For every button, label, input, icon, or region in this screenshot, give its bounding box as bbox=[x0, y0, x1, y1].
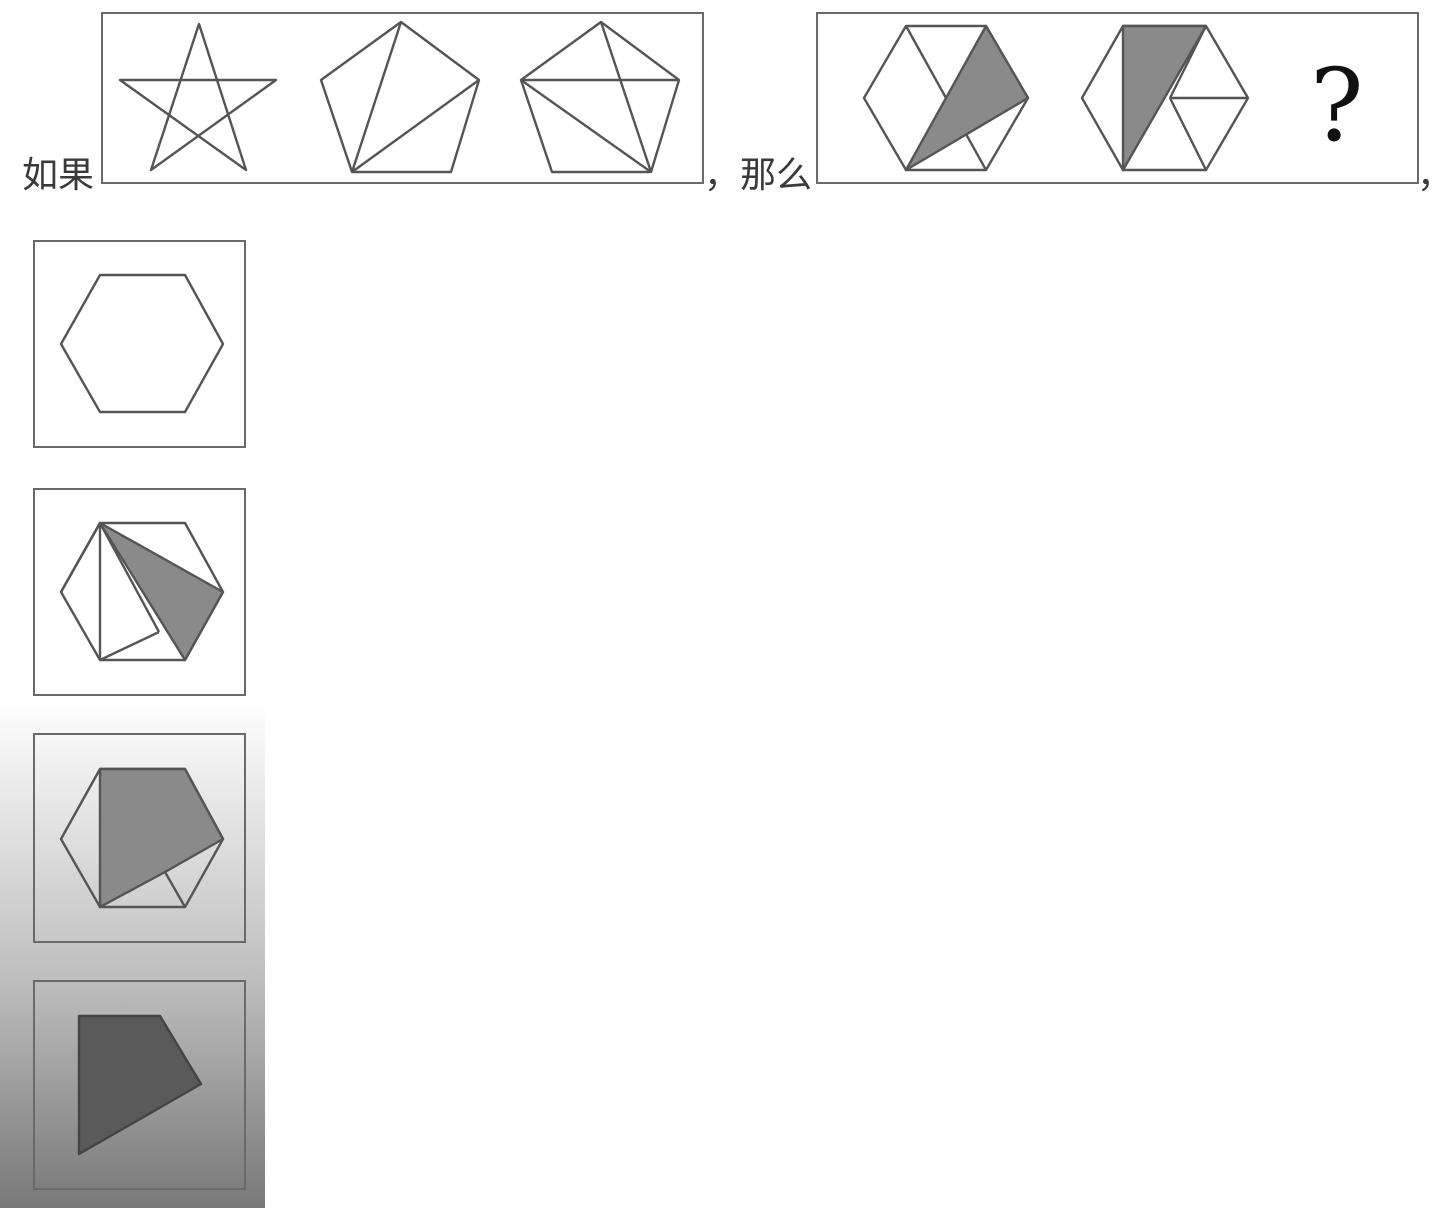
unknown-question-mark: ? bbox=[1310, 47, 1364, 164]
hexagon-shape bbox=[59, 273, 225, 414]
option-b-figure bbox=[59, 521, 225, 662]
option-b[interactable] bbox=[33, 488, 246, 696]
shaded-triangle bbox=[98, 521, 225, 662]
sequence-a-panel bbox=[101, 12, 704, 184]
shaded-quadrilateral bbox=[77, 1014, 203, 1156]
star-figure bbox=[118, 22, 278, 172]
question-suffix: ， bbox=[1417, 158, 1433, 194]
hexagon-figure-1 bbox=[862, 24, 1030, 172]
option-a-figure bbox=[59, 273, 225, 414]
option-c[interactable] bbox=[33, 733, 246, 943]
option-d[interactable] bbox=[33, 980, 246, 1190]
sequence-b-panel: ? bbox=[816, 12, 1419, 184]
shaded-quadrilateral bbox=[98, 767, 225, 909]
hexagon-figure-2 bbox=[1080, 24, 1250, 172]
option-a[interactable] bbox=[33, 240, 246, 448]
sequence-a-figures bbox=[118, 20, 681, 174]
sequence-b-figures: ? bbox=[862, 24, 1364, 172]
pentagon-figure-2 bbox=[519, 20, 681, 174]
option-c-figure bbox=[59, 767, 225, 909]
pentagon-figure-1 bbox=[319, 20, 481, 174]
question-prefix: 如果 bbox=[22, 155, 95, 196]
question-middle: ，那么 bbox=[704, 155, 813, 196]
option-d-figure bbox=[77, 1014, 203, 1156]
